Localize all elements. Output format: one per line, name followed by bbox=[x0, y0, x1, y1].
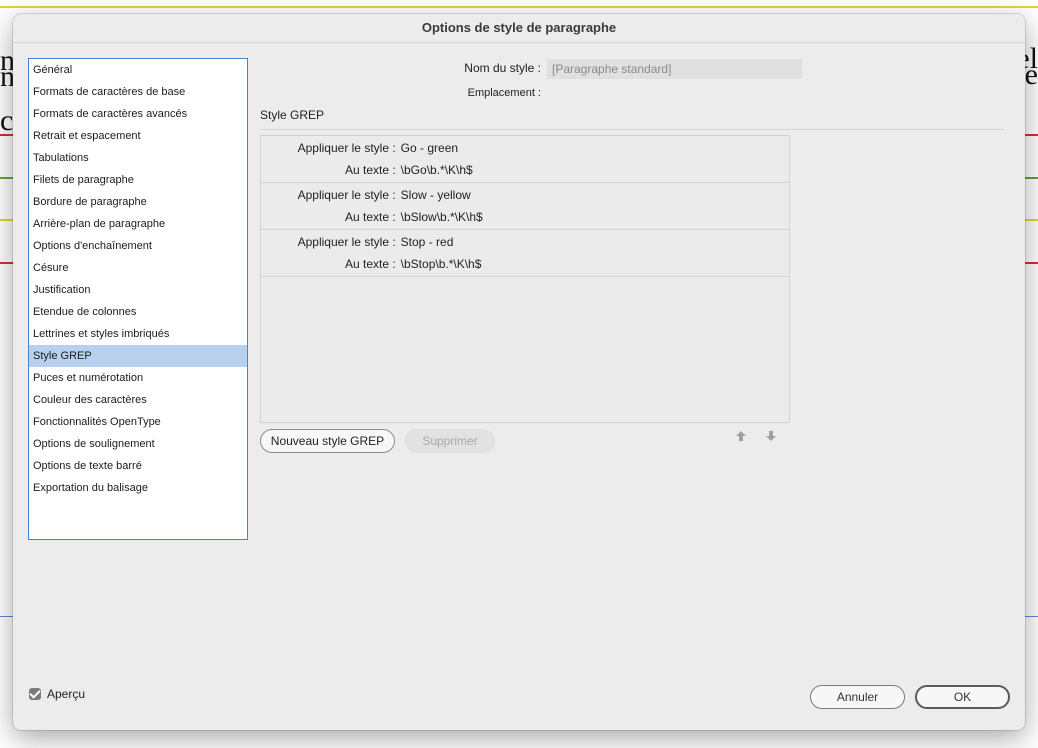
apply-style-label: Appliquer le style bbox=[297, 188, 389, 202]
style-name-label: Nom du style : bbox=[464, 61, 541, 75]
to-text-label: Au texte bbox=[344, 163, 389, 177]
colon: : bbox=[389, 235, 396, 249]
title-separator bbox=[13, 42, 1025, 43]
colon: : bbox=[389, 163, 396, 177]
colon: : bbox=[389, 188, 396, 202]
category-item[interactable]: Justification bbox=[29, 279, 247, 301]
preview-label: Aperçu bbox=[47, 687, 86, 701]
category-item[interactable]: Tabulations bbox=[29, 147, 247, 169]
category-item[interactable]: Puces et numérotation bbox=[29, 367, 247, 389]
grep-pattern-value[interactable]: \bSlow\b.*\K\h$ bbox=[401, 207, 483, 227]
grep-style-value[interactable]: Stop - red bbox=[401, 232, 454, 252]
ok-button[interactable]: OK bbox=[915, 685, 1010, 709]
dialog-title: Options de style de paragraphe bbox=[421, 20, 617, 35]
grep-rules-panel[interactable]: Appliquer le style : Go - green Au texte :… bbox=[260, 135, 790, 423]
category-item[interactable]: Formats de caractères avancés bbox=[29, 103, 247, 125]
arrow-down-icon[interactable] bbox=[763, 430, 779, 446]
apply-style-label: Appliquer le style bbox=[297, 235, 389, 249]
delete-button[interactable]: Supprimer bbox=[405, 429, 495, 453]
grep-rule-row[interactable]: Appliquer le style : Go - green Au texte :… bbox=[261, 136, 789, 183]
section-title: Style GREP bbox=[260, 108, 325, 122]
style-name-field[interactable]: [Paragraphe standard] bbox=[547, 59, 802, 79]
blue-guide bbox=[1024, 616, 1038, 617]
category-item[interactable]: Lettrines et styles imbriqués bbox=[29, 323, 247, 345]
category-item[interactable]: Général bbox=[29, 59, 247, 81]
category-item[interactable]: Couleur des caractères bbox=[29, 389, 247, 411]
category-item[interactable]: Options de texte barré bbox=[29, 455, 247, 477]
colon: : bbox=[389, 257, 396, 271]
grep-rule-row[interactable]: Appliquer le style : Slow - yellow Au text… bbox=[261, 183, 789, 230]
category-item[interactable]: Etendue de colonnes bbox=[29, 301, 247, 323]
category-item[interactable]: Césure bbox=[29, 257, 247, 279]
preview-checkbox[interactable]: Aperçu bbox=[29, 685, 85, 703]
colon: : bbox=[389, 210, 396, 224]
grep-style-value[interactable]: Go - green bbox=[401, 138, 458, 158]
grep-style-value[interactable]: Slow - yellow bbox=[401, 185, 471, 205]
category-item[interactable]: Options d'enchaînement bbox=[29, 235, 247, 257]
category-item[interactable]: Exportation du balisage bbox=[29, 477, 247, 499]
paragraph-style-options-dialog: Options de style de paragraphe Général Fo… bbox=[13, 14, 1025, 730]
arrow-up-icon[interactable] bbox=[733, 430, 749, 446]
blue-guide bbox=[0, 616, 14, 617]
category-item[interactable]: Filets de paragraphe bbox=[29, 169, 247, 191]
to-text-label: Au texte bbox=[344, 210, 389, 224]
category-item[interactable]: Fonctionnalités OpenType bbox=[29, 411, 247, 433]
grep-pattern-value[interactable]: \bGo\b.*\K\h$ bbox=[401, 160, 473, 180]
section-separator bbox=[260, 129, 1004, 130]
category-item[interactable]: Retrait et espacement bbox=[29, 125, 247, 147]
new-grep-style-button[interactable]: Nouveau style GREP bbox=[260, 429, 395, 453]
category-item[interactable]: Options de soulignement bbox=[29, 433, 247, 455]
grep-rule-row[interactable]: Appliquer le style : Stop - red Au texte :… bbox=[261, 230, 789, 277]
category-list[interactable]: Général Formats de caractères de base Form… bbox=[28, 58, 248, 540]
category-item[interactable]: Bordure de paragraphe bbox=[29, 191, 247, 213]
bg-text-fragment: c bbox=[0, 104, 14, 137]
category-item[interactable]: Style GREP bbox=[29, 345, 247, 367]
grep-pattern-value[interactable]: \bStop\b.*\K\h$ bbox=[401, 254, 482, 274]
location-label: Emplacement : bbox=[467, 87, 541, 99]
cancel-button[interactable]: Annuler bbox=[810, 685, 905, 709]
yellow-rule-top bbox=[0, 6, 1038, 8]
checkbox-checked-icon[interactable] bbox=[29, 687, 41, 700]
category-item[interactable]: Arrière-plan de paragraphe bbox=[29, 213, 247, 235]
category-item[interactable]: Formats de caractères de base bbox=[29, 81, 247, 103]
to-text-label: Au texte bbox=[344, 257, 389, 271]
colon: : bbox=[389, 141, 396, 155]
apply-style-label: Appliquer le style bbox=[297, 141, 389, 155]
